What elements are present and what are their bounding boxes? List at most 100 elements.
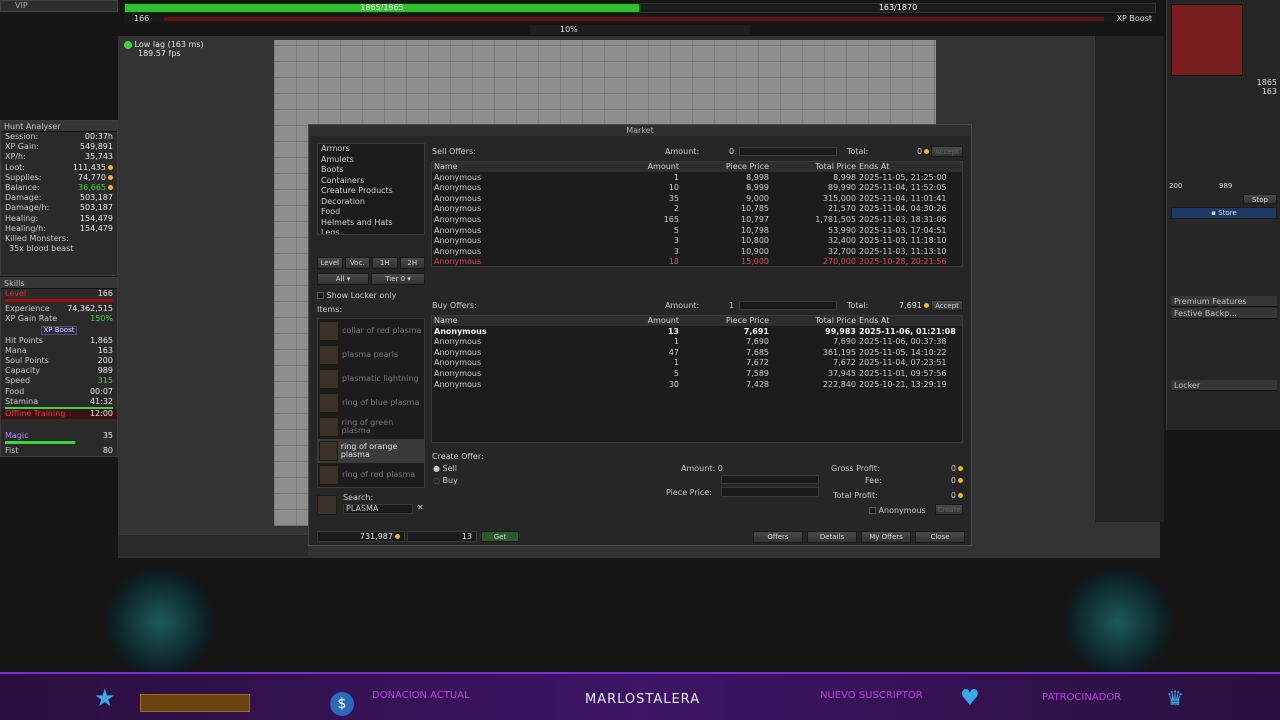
offer-piece: 8,998 [746, 172, 769, 182]
minimap[interactable] [1171, 4, 1243, 76]
offer-row[interactable]: Anonymous 1 7,690 7,690 2025-11-06, 00:37:38 [432, 337, 962, 348]
col-total[interactable]: Total Price [769, 162, 856, 172]
offer-row[interactable]: Anonymous 30 7,428 222,840 2025-10-21, 13:29… [432, 380, 962, 391]
filter-button[interactable]: 2H [399, 257, 425, 269]
item-row[interactable]: ring of red plasma [318, 463, 424, 487]
items-list-inner: collar of red plasma plasma pearls plasmat… [318, 319, 424, 487]
skills-title[interactable]: Skills [1, 278, 117, 289]
category-item[interactable]: Boots [318, 165, 424, 176]
col-ends[interactable]: Ends At [856, 316, 956, 326]
all-select[interactable]: All ▾ [317, 273, 369, 285]
anonymous-checkbox[interactable]: Anonymous [869, 506, 926, 515]
item-row[interactable]: collar of red plasma [318, 319, 424, 343]
category-item[interactable]: Legs [318, 228, 424, 234]
percent-text: 10% [560, 25, 578, 34]
get-coins-button[interactable]: Get [481, 531, 519, 542]
hunt-row: Loot: 111,435 [1, 163, 117, 173]
tier-select[interactable]: Tier 0 ▾ [371, 273, 425, 285]
clear-search-icon[interactable]: ✕ [417, 503, 424, 512]
hunt-title[interactable]: Hunt Analyser [1, 121, 117, 132]
sell-radio[interactable]: ● Sell [433, 464, 457, 473]
market-offers-button[interactable]: Offers [753, 531, 803, 543]
item-row[interactable]: ring of orange plasma [318, 439, 424, 463]
magic-row: Magic 35 [1, 431, 117, 441]
category-item[interactable]: Containers [318, 176, 424, 187]
offer-row[interactable]: Anonymous 18 15,000 270,000 2025-10-28, 20:2… [432, 257, 962, 268]
category-item[interactable]: Amulets [318, 155, 424, 166]
category-item[interactable]: Creature Products [318, 186, 424, 197]
store-icon: ▪ [1211, 209, 1216, 217]
filter-button[interactable]: Voc. [344, 257, 370, 269]
category-item[interactable]: Armors [318, 144, 424, 155]
offer-row[interactable]: Anonymous 13 7,691 99,983 2025-11-06, 01:21:… [432, 327, 962, 338]
offer-row[interactable]: Anonymous 35 9,000 315,000 2025-11-04, 11:01… [432, 194, 962, 205]
offer-total: 7,690 [833, 337, 856, 347]
category-list[interactable]: Armors Amulets Boots Containers Creature Pro… [317, 143, 425, 235]
col-ends[interactable]: Ends At [856, 162, 956, 172]
killed-item-row: 35x blood beast [1, 244, 117, 254]
market-close-button[interactable]: Close [915, 531, 965, 543]
search-input[interactable]: PLASMA [343, 504, 413, 514]
market-details-button[interactable]: Details [807, 531, 857, 543]
col-total[interactable]: Total Price [769, 316, 856, 326]
offer-total: 32,700 [828, 246, 856, 256]
skill-row: XP Gain Rate 150% [1, 314, 117, 324]
col-piece[interactable]: Piece Price [679, 316, 769, 326]
offer-ends: 2025-11-04, 11:52:05 [859, 183, 947, 193]
offer-total: 8,998 [833, 172, 856, 182]
skill-label: Capacity [5, 366, 40, 376]
stop-button[interactable]: Stop [1243, 194, 1277, 204]
premium-title[interactable]: Premium Features [1171, 296, 1277, 307]
sell-amount-slider[interactable] [739, 147, 837, 156]
offer-row[interactable]: Anonymous 5 7,589 37,945 2025-11-01, 09:57:5… [432, 369, 962, 380]
filter-button[interactable]: 1H [372, 257, 398, 269]
buy-total-value: 7,691 [899, 301, 929, 310]
create-amount-slider[interactable] [721, 475, 819, 484]
category-item[interactable]: Food [318, 207, 424, 218]
piece-price-input[interactable] [721, 487, 819, 497]
xp-boost-badge[interactable]: XP Boost [41, 325, 77, 335]
offer-row[interactable]: Anonymous 1 7,672 7,672 2025-11-04, 07:23:51 [432, 358, 962, 369]
col-amount[interactable]: Amount [594, 316, 679, 326]
filter-button[interactable]: Level [317, 257, 343, 269]
category-item[interactable]: Decoration [318, 197, 424, 208]
col-piece[interactable]: Piece Price [679, 162, 769, 172]
item-row[interactable]: plasmatic lightning [318, 367, 424, 391]
store-label: Store [1218, 209, 1237, 217]
offer-amount: 5 [673, 225, 679, 235]
mana-bar: 163/1870 [640, 3, 1156, 13]
col-amount[interactable]: Amount [594, 162, 679, 172]
market-my-offers-button[interactable]: My Offers [861, 531, 911, 543]
col-name[interactable]: Name [432, 316, 594, 326]
skill-value: 150% [90, 314, 113, 324]
offer-row[interactable]: Anonymous 47 7,685 361,195 2025-11-05, 14:10… [432, 348, 962, 359]
offer-row[interactable]: Anonymous 165 10,797 1,781,505 2025-11-03, 1… [432, 215, 962, 226]
buy-amount-slider[interactable] [739, 301, 837, 310]
offer-row[interactable]: Anonymous 3 10,800 32,400 2025-11-03, 11:18:… [432, 236, 962, 247]
offer-row[interactable]: Anonymous 5 10,798 53,990 2025-11-03, 17:04:… [432, 226, 962, 237]
item-row[interactable]: ring of green plasma [318, 415, 424, 439]
col-name[interactable]: Name [432, 162, 594, 172]
create-button[interactable]: Create [935, 504, 963, 515]
total-profit-label: Total Profit: [833, 491, 878, 500]
offer-row[interactable]: Anonymous 3 10,900 32,700 2025-11-03, 11:13:… [432, 247, 962, 258]
item-name: plasma pearls [342, 350, 399, 359]
skill-label: Experience [5, 304, 50, 314]
buy-accept-button[interactable]: Accept [931, 300, 963, 311]
store-button[interactable]: ▪ Store [1171, 207, 1277, 219]
item-row[interactable]: ring of blue plasma [318, 391, 424, 415]
festive-title[interactable]: Festive Backp... [1171, 308, 1277, 319]
offer-row[interactable]: Anonymous 1 8,998 8,998 2025-11-05, 21:25:00 [432, 173, 962, 184]
locker-title[interactable]: Locker [1171, 380, 1277, 391]
sell-accept-button[interactable]: Accept [931, 146, 963, 157]
show-locker-checkbox[interactable]: Show Locker only [317, 291, 425, 301]
buy-radio[interactable]: ○ Buy [433, 476, 458, 485]
category-item[interactable]: Helmets and Hats [318, 218, 424, 229]
offer-piece: 7,690 [746, 337, 769, 347]
item-row[interactable]: plasma pearls [318, 343, 424, 367]
offer-row[interactable]: Anonymous 10 8,999 89,990 2025-11-04, 11:52:… [432, 183, 962, 194]
offer-row[interactable]: Anonymous 2 10,785 21,570 2025-11-04, 04:30:… [432, 204, 962, 215]
offer-total: 315,000 [822, 193, 856, 203]
cap-box: 989 [1219, 182, 1232, 190]
offer-total: 99,983 [825, 326, 856, 336]
